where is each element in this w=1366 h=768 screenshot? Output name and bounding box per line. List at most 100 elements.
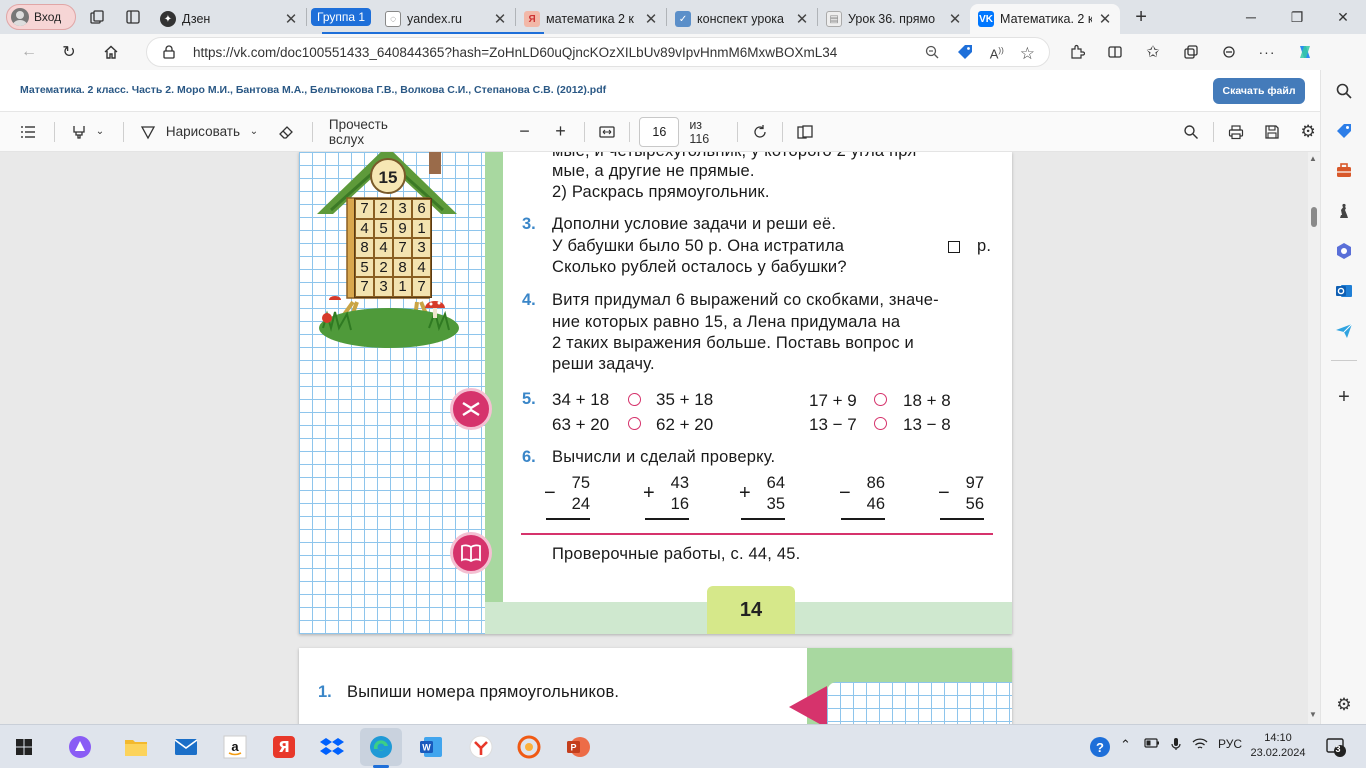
shopping-icon[interactable] [1333, 120, 1355, 142]
tab-konspekt[interactable]: ✓ конспект урока ✕ [667, 4, 817, 34]
minimize-icon[interactable]: ─ [1228, 0, 1274, 34]
grid-paper [827, 682, 1012, 724]
yandex-browser-icon[interactable]: Я [270, 733, 298, 761]
close-tab-icon[interactable]: ✕ [493, 10, 507, 28]
split-screen-icon[interactable] [1098, 37, 1132, 67]
start-icon[interactable] [10, 733, 38, 761]
scroll-up-icon[interactable]: ▲ [1309, 154, 1317, 163]
send-icon[interactable] [1333, 320, 1355, 342]
fit-page-icon[interactable] [595, 117, 619, 147]
copilot-icon[interactable] [1288, 37, 1322, 67]
add-icon[interactable]: + [1333, 386, 1355, 408]
read-aloud-button[interactable]: Прочесть вслух [329, 117, 427, 147]
sum-line [645, 518, 689, 520]
chevron-down-icon[interactable]: ⌄ [91, 117, 109, 147]
chevron-down-icon[interactable]: ⌄ [240, 117, 268, 147]
tab-dzen[interactable]: ✦ Дзен ✕ [152, 4, 306, 34]
rotate-icon[interactable] [748, 117, 772, 147]
powerpoint-icon[interactable]: P [564, 733, 592, 761]
search-icon[interactable] [1333, 80, 1355, 102]
chevron-up-icon[interactable]: ⌃ [1120, 737, 1131, 753]
word-icon[interactable]: W [417, 733, 445, 761]
contents-icon[interactable] [16, 117, 40, 147]
close-tab-icon[interactable]: ✕ [795, 10, 809, 28]
workspaces-icon[interactable] [82, 4, 112, 30]
close-tab-icon[interactable]: ✕ [284, 10, 298, 28]
settings-gear-icon[interactable]: ⚙ [1296, 117, 1320, 147]
battery-icon[interactable] [1144, 737, 1160, 752]
network-icon[interactable] [1192, 737, 1208, 754]
copilot-hexagon-icon[interactable] [1333, 240, 1355, 262]
search-icon[interactable] [1179, 117, 1203, 147]
address-bar[interactable]: https://vk.com/doc100551433_640844365?ha… [146, 37, 1050, 67]
compare-circle [874, 417, 887, 430]
read-aloud-icon[interactable]: A)) [990, 46, 1004, 61]
sum-line [546, 518, 590, 520]
back-icon[interactable]: ← [12, 37, 46, 67]
close-tab-icon[interactable]: ✕ [644, 10, 658, 28]
tab-title: yandex.ru [407, 12, 462, 26]
tab-urok36[interactable]: ▤ Урок 36. прямо ✕ [818, 4, 970, 34]
zoom-icon[interactable] [924, 44, 940, 63]
scrollbar-thumb[interactable] [1311, 207, 1317, 227]
zoom-in-icon[interactable]: + [549, 117, 573, 147]
shopping-tag-icon[interactable] [956, 43, 974, 64]
tools-icon[interactable] [1333, 160, 1355, 182]
pdf-viewport[interactable]: 15 7 2 3 6 4 5 9 1 8 4 7 3 5 2 8 4 7 3 1… [0, 152, 1320, 724]
file-explorer-icon[interactable] [122, 733, 150, 761]
svg-text:Я: Я [278, 738, 290, 756]
games-icon[interactable] [1333, 200, 1355, 222]
favorites-icon[interactable]: ✩ [1136, 37, 1170, 67]
page-view-icon[interactable] [793, 117, 817, 147]
extensions-icon[interactable] [1060, 37, 1094, 67]
favorite-star-icon[interactable]: ☆ [1020, 44, 1035, 64]
toolbar-separator [311, 121, 313, 142]
yandex-icon[interactable] [467, 733, 495, 761]
browser-essentials-icon[interactable] [1212, 37, 1246, 67]
tab-yandex[interactable]: ◌ yandex.ru ✕ [377, 4, 515, 34]
eraser-icon[interactable] [274, 117, 298, 147]
sidebar-settings-icon[interactable]: ⚙ [1333, 694, 1355, 716]
home-icon[interactable] [94, 37, 128, 67]
outlook-icon[interactable] [1333, 280, 1355, 302]
column-calc: + 64 35 [739, 473, 785, 520]
lock-icon[interactable] [163, 45, 175, 62]
vertical-scrollbar[interactable]: ▲ ▼ [1308, 152, 1320, 724]
edge-browser-icon[interactable] [367, 733, 395, 761]
tab-group-label[interactable]: Группа 1 [311, 8, 372, 26]
media-player-icon[interactable] [515, 733, 543, 761]
refresh-icon[interactable]: ↻ [52, 37, 86, 67]
svg-text:P: P [570, 743, 576, 753]
tab-math-search[interactable]: Я математика 2 к ✕ [516, 4, 666, 34]
mail-icon[interactable] [172, 733, 200, 761]
close-window-icon[interactable]: ✕ [1320, 0, 1366, 34]
menu-dots-icon[interactable]: ··· [1250, 37, 1284, 67]
profile-button[interactable]: Вход [6, 4, 76, 30]
tab-matematika-active[interactable]: VK Математика. 2 к ✕ [970, 4, 1121, 34]
clock[interactable]: 14:10 23.02.2024 [1248, 731, 1308, 761]
amazon-icon[interactable]: a [221, 733, 249, 761]
help-icon[interactable]: ? [1086, 733, 1114, 761]
save-icon[interactable] [1260, 117, 1284, 147]
close-tab-icon[interactable]: ✕ [948, 10, 962, 28]
restore-icon[interactable]: ❐ [1274, 0, 1320, 34]
print-icon[interactable] [1224, 117, 1248, 147]
grid-cell: 8 [393, 257, 412, 278]
zoom-out-icon[interactable]: − [513, 117, 537, 147]
collections-icon[interactable] [1174, 37, 1208, 67]
alice-icon[interactable] [66, 733, 94, 761]
operator: + [643, 482, 655, 504]
close-tab-icon[interactable]: ✕ [1098, 10, 1112, 28]
grid-cell: 4 [412, 257, 431, 278]
tab-title: конспект урока [697, 12, 784, 26]
page-number-input[interactable]: 16 [639, 116, 680, 147]
tab-actions-icon[interactable] [118, 4, 148, 30]
scroll-down-icon[interactable]: ▼ [1309, 710, 1317, 719]
highlight-icon[interactable] [67, 117, 91, 147]
new-tab-icon[interactable]: + [1126, 4, 1156, 30]
language-indicator[interactable]: РУС [1218, 737, 1242, 751]
draw-button[interactable]: Нарисовать [140, 117, 240, 147]
dropbox-icon[interactable] [318, 733, 346, 761]
microphone-icon[interactable] [1170, 737, 1182, 754]
download-button[interactable]: Скачать файл [1213, 78, 1305, 104]
